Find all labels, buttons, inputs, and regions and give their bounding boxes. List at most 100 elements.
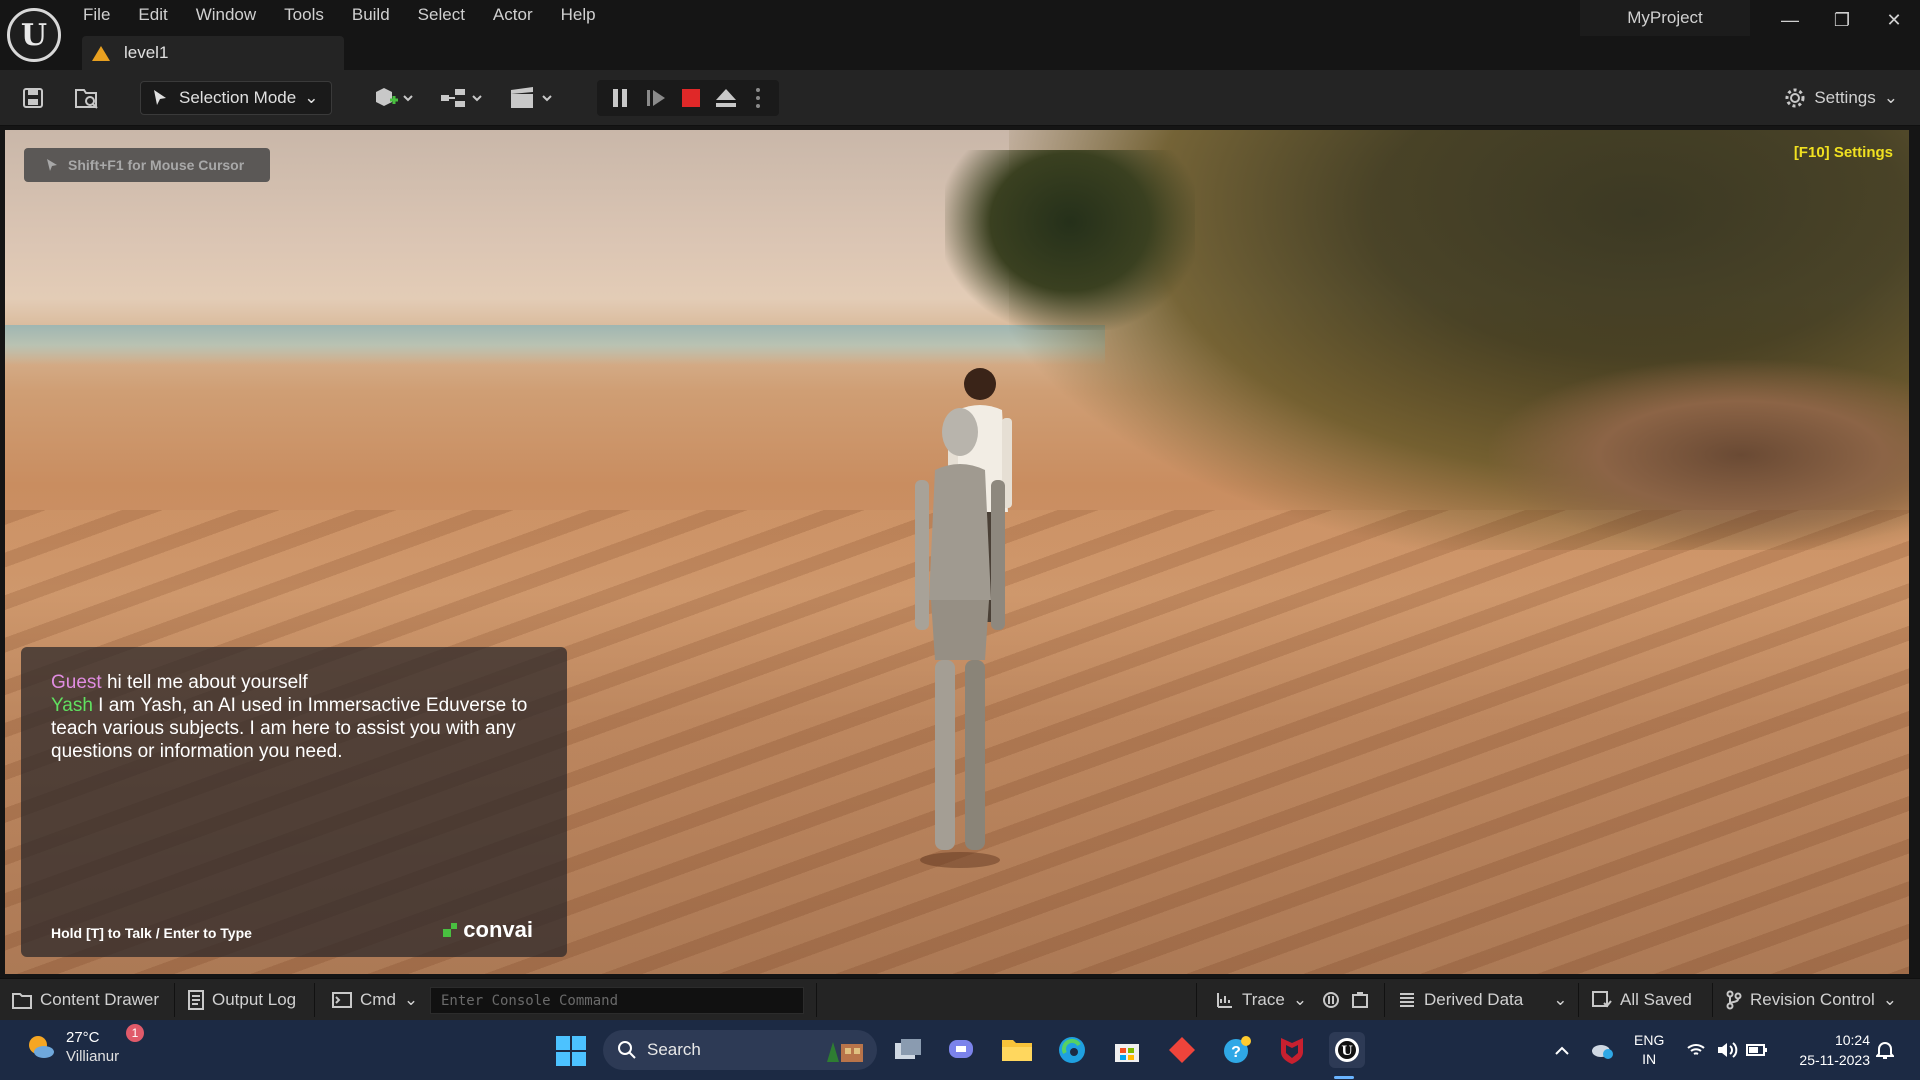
drawer-icon — [12, 993, 32, 1009]
settings-button[interactable]: Settings ⌄ — [1784, 82, 1898, 114]
chat-panel: Guest hi tell me about yourself Yash I a… — [21, 647, 567, 957]
language-code: ENG — [1634, 1032, 1665, 1048]
divider — [1712, 983, 1713, 1017]
cinematics-icon[interactable] — [507, 82, 557, 114]
windows-start-button[interactable] — [556, 1036, 586, 1066]
main-toolbar: Selection Mode ⌄ Settings ⌄ — [0, 70, 1920, 126]
unreal-engine-taskbar-icon[interactable]: U — [1329, 1032, 1365, 1068]
output-log-label: Output Log — [212, 990, 297, 1009]
weather-widget[interactable]: 27°C Villianur — [26, 1028, 119, 1066]
trace-icon — [1217, 993, 1232, 1008]
anydesk-icon[interactable] — [1164, 1032, 1200, 1068]
clock-date: 25-11-2023 — [1799, 1052, 1870, 1068]
console-command-input[interactable] — [430, 987, 804, 1014]
trace-dropdown[interactable]: Trace ⌄ — [1216, 979, 1307, 1021]
output-log-button[interactable]: Output Log — [188, 979, 296, 1021]
divider — [1384, 983, 1385, 1017]
menu-select[interactable]: Select — [404, 0, 479, 30]
cmd-label: Cmd — [360, 990, 396, 1009]
menu-edit[interactable]: Edit — [124, 0, 181, 30]
log-icon — [188, 990, 204, 1010]
menu-tools[interactable]: Tools — [270, 0, 338, 30]
pause-icon[interactable] — [605, 82, 635, 114]
derived-data-dropdown[interactable]: Derived Data ⌄ — [1398, 979, 1567, 1021]
chat-message-yash: Yash I am Yash, an AI used in Immersacti… — [51, 694, 537, 763]
all-saved-label: All Saved — [1620, 990, 1692, 1009]
unreal-logo-icon[interactable]: U — [7, 8, 61, 62]
save-status-icon — [1592, 991, 1612, 1008]
region-code: IN — [1642, 1051, 1657, 1067]
content-drawer-button[interactable]: Content Drawer — [12, 979, 159, 1021]
content-browse-icon[interactable] — [72, 82, 102, 114]
chevron-down-icon: ⌄ — [1882, 990, 1897, 1009]
chat-message-guest: Guest hi tell me about yourself — [51, 671, 537, 694]
level-tab[interactable]: level1 — [82, 36, 344, 70]
chat-talk-hint: Hold [T] to Talk / Enter to Type — [51, 925, 252, 941]
close-button[interactable]: ✕ — [1868, 0, 1920, 40]
stop-icon[interactable] — [676, 82, 706, 114]
chevron-down-icon: ⌄ — [403, 990, 419, 1009]
chevron-down-icon: ⌄ — [1292, 990, 1308, 1009]
battery-icon[interactable] — [1746, 1020, 1768, 1080]
tree-scenery-left — [945, 150, 1195, 330]
task-view-icon[interactable] — [890, 1032, 926, 1068]
mouse-hint-text: Shift+F1 for Mouse Cursor — [68, 157, 245, 173]
player-character-robot — [915, 408, 1005, 868]
level-viewport[interactable]: Shift+F1 for Mouse Cursor [F10] Settings… — [5, 130, 1909, 974]
restore-button[interactable]: ❐ — [1816, 0, 1868, 40]
f10-settings-hint: [F10] Settings — [1793, 144, 1893, 161]
menu-help[interactable]: Help — [547, 0, 610, 30]
save-icon[interactable] — [18, 82, 48, 114]
chevron-down-icon: ⌄ — [1553, 990, 1568, 1009]
minimize-button[interactable]: — — [1764, 0, 1816, 40]
mcafee-icon[interactable] — [1274, 1032, 1310, 1068]
add-actor-icon[interactable] — [368, 82, 418, 114]
screenshot-icon[interactable] — [1351, 979, 1369, 1021]
eject-icon[interactable] — [711, 82, 741, 114]
cursor-icon — [47, 159, 57, 171]
edge-browser-icon[interactable] — [1054, 1032, 1090, 1068]
cmd-dropdown[interactable]: Cmd ⌄ — [332, 979, 418, 1021]
volume-icon[interactable] — [1716, 1020, 1738, 1080]
language-indicator[interactable]: ENG IN — [1634, 1020, 1664, 1080]
blueprint-icon[interactable] — [437, 82, 487, 114]
microsoft-store-icon[interactable] — [1109, 1032, 1145, 1068]
revision-control-dropdown[interactable]: Revision Control ⌄ — [1726, 979, 1897, 1021]
level-warning-icon — [92, 45, 110, 61]
show-hidden-icons[interactable] — [1554, 1020, 1570, 1080]
more-options-icon[interactable] — [747, 82, 769, 114]
window-controls: — ❐ ✕ — [1764, 0, 1920, 40]
chat-speaker-yash: Yash — [51, 695, 93, 716]
notification-bell-icon[interactable] — [1876, 1020, 1894, 1080]
wifi-icon[interactable] — [1686, 1020, 1706, 1080]
selection-mode-dropdown[interactable]: Selection Mode ⌄ — [140, 81, 332, 115]
chat-text-guest: hi tell me about yourself — [101, 672, 308, 693]
mouse-cursor-hint: Shift+F1 for Mouse Cursor — [24, 148, 270, 182]
menu-build[interactable]: Build — [338, 0, 404, 30]
all-saved-button[interactable]: All Saved — [1592, 979, 1692, 1021]
chat-speaker-guest: Guest — [51, 672, 102, 693]
taskbar-search[interactable]: Search — [603, 1030, 877, 1070]
branch-icon — [1726, 990, 1742, 1010]
file-explorer-icon[interactable] — [999, 1032, 1035, 1068]
divider — [1196, 983, 1197, 1017]
menu-window[interactable]: Window — [182, 0, 270, 30]
menu-file[interactable]: File — [68, 0, 124, 30]
divider — [1578, 983, 1579, 1017]
convai-mark-icon — [443, 923, 458, 937]
menu-bar: File Edit Window Tools Build Select Acto… — [68, 0, 610, 30]
help-app-icon[interactable]: ? — [1219, 1032, 1255, 1068]
chevron-down-icon: ⌄ — [1883, 88, 1898, 107]
title-bar: U File Edit Window Tools Build Select Ac… — [0, 0, 1920, 70]
system-clock[interactable]: 10:24 25-11-2023 — [1799, 1030, 1870, 1070]
onedrive-sync-icon[interactable] — [1590, 1020, 1614, 1080]
terminal-icon — [332, 992, 352, 1008]
step-frame-icon[interactable] — [641, 82, 671, 114]
teams-chat-icon[interactable] — [944, 1032, 980, 1068]
cursor-icon — [154, 90, 166, 105]
project-name: MyProject — [1580, 0, 1750, 36]
search-label: Search — [647, 1040, 701, 1059]
live-coding-icon[interactable] — [1322, 979, 1340, 1021]
menu-actor[interactable]: Actor — [479, 0, 547, 30]
divider — [314, 983, 315, 1017]
